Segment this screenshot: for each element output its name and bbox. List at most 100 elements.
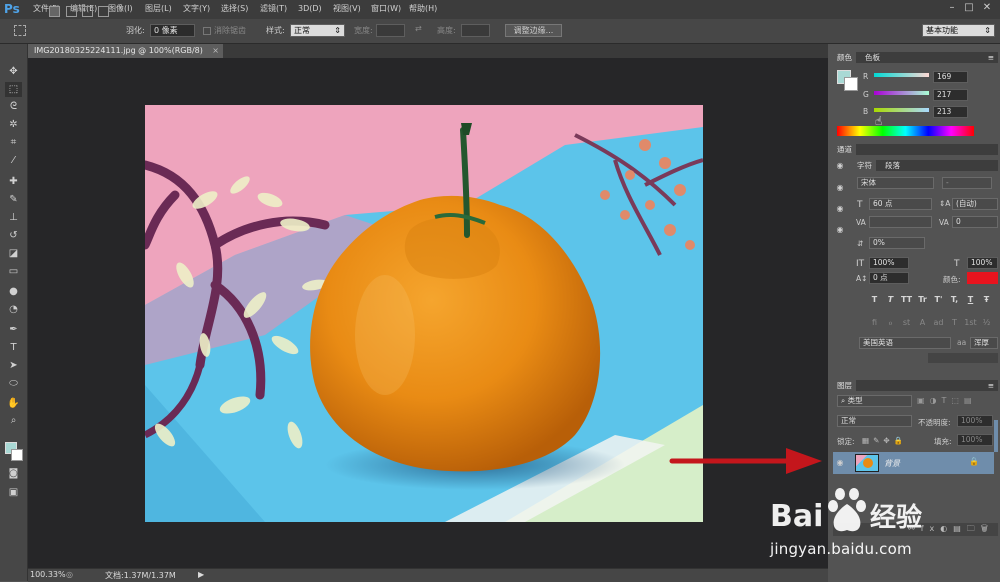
layer-filter-select[interactable]: ⌕ 类型 bbox=[837, 395, 912, 407]
add-selection-icon[interactable] bbox=[66, 6, 77, 17]
height-input[interactable] bbox=[461, 24, 490, 37]
underline-button[interactable]: T bbox=[964, 294, 977, 306]
lock-icons[interactable]: ▦✎✥🔒 bbox=[862, 436, 907, 445]
layers-scrollbar[interactable] bbox=[994, 420, 998, 452]
alt-ligature-button[interactable]: ℴ bbox=[884, 317, 897, 329]
healing-brush-icon[interactable]: ✚ bbox=[5, 174, 22, 189]
blur-tool-icon[interactable]: ● bbox=[5, 284, 22, 299]
eyedropper-icon[interactable]: ⁄ bbox=[5, 153, 22, 168]
faux-bold-button[interactable]: T bbox=[868, 294, 881, 306]
close-icon[interactable]: ✕ bbox=[980, 2, 994, 14]
marquee-tool-icon[interactable] bbox=[14, 25, 26, 36]
r-input[interactable]: 169 bbox=[933, 71, 968, 83]
gradient-tool-icon[interactable]: ▭ bbox=[5, 264, 22, 279]
language-select[interactable]: 美国英语 bbox=[859, 337, 951, 349]
style-select[interactable]: 正常 ⇕ bbox=[290, 24, 345, 37]
tracking-input[interactable]: 0 bbox=[952, 216, 998, 228]
crop-tool-icon[interactable]: ⌗ bbox=[5, 135, 22, 150]
antialias-select[interactable]: 浑厚 bbox=[970, 337, 998, 349]
shape-tool-icon[interactable]: ⬭ bbox=[5, 376, 22, 391]
tab-channels[interactable]: 通道 bbox=[833, 144, 856, 155]
pen-tool-icon[interactable]: ✒ bbox=[5, 322, 22, 337]
small-caps-button[interactable]: Tr bbox=[916, 294, 929, 306]
move-tool-icon[interactable]: ✥ bbox=[5, 64, 22, 79]
eraser-icon[interactable]: ◪ bbox=[5, 246, 22, 261]
vscale-input[interactable]: 100% bbox=[869, 257, 909, 269]
ligature-button[interactable]: fi bbox=[868, 317, 881, 329]
superscript-button[interactable]: T' bbox=[932, 294, 945, 306]
menu-filter[interactable]: 滤镜(T) bbox=[260, 2, 287, 16]
discretionary-button[interactable]: st bbox=[900, 317, 913, 329]
zoom-level[interactable]: 100.33% bbox=[30, 570, 66, 579]
tab-swatches[interactable]: 色板 bbox=[861, 52, 884, 63]
fraction-button[interactable]: ½ bbox=[980, 317, 993, 329]
hscale-input[interactable]: 100% bbox=[967, 257, 998, 269]
b-input[interactable]: 213 bbox=[933, 106, 968, 118]
panel-menu-icon[interactable]: ≡ bbox=[988, 380, 994, 391]
type-tool-icon[interactable]: T bbox=[5, 340, 22, 355]
menu-view[interactable]: 视图(V) bbox=[333, 2, 361, 16]
maximize-icon[interactable]: □ bbox=[962, 2, 976, 14]
feather-input[interactable]: 0 像素 bbox=[150, 24, 195, 37]
antialias-checkbox[interactable] bbox=[203, 27, 211, 35]
layer-filter-icons[interactable]: ▣◑T⬚▤ bbox=[917, 396, 995, 406]
strikethrough-button[interactable]: Ŧ bbox=[980, 294, 993, 306]
color-spectrum[interactable] bbox=[837, 126, 974, 136]
titling-button[interactable]: T bbox=[948, 317, 961, 329]
clone-stamp-icon[interactable]: ⊥ bbox=[5, 210, 22, 225]
menu-window[interactable]: 窗口(W) bbox=[371, 2, 401, 16]
font-size-input[interactable]: 60 点 bbox=[869, 198, 932, 210]
b-slider[interactable] bbox=[874, 108, 929, 112]
r-slider[interactable] bbox=[874, 73, 929, 77]
swap-icon[interactable]: ⇄ bbox=[415, 24, 422, 33]
layer-name[interactable]: 背景 bbox=[884, 458, 900, 469]
brush-tool-icon[interactable]: ✎ bbox=[5, 192, 22, 207]
menu-type[interactable]: 文字(Y) bbox=[183, 2, 210, 16]
history-brush-icon[interactable]: ↺ bbox=[5, 228, 22, 243]
document-image[interactable] bbox=[145, 105, 703, 522]
path-select-icon[interactable]: ➤ bbox=[5, 358, 22, 373]
menu-3d[interactable]: 3D(D) bbox=[298, 2, 322, 16]
workspace-select[interactable]: 基本功能 ⇕ bbox=[922, 24, 995, 37]
font-family-select[interactable]: 宋体 bbox=[857, 177, 934, 189]
eye-icon[interactable]: ◉ bbox=[834, 182, 846, 194]
status-arrow-icon[interactable]: ▶ bbox=[198, 570, 204, 579]
vscale-shift-input[interactable]: 0% bbox=[869, 237, 925, 249]
document-tab[interactable]: IMG20180325224111.jpg @ 100%(RGB/8) × bbox=[28, 44, 223, 58]
menu-help[interactable]: 帮助(H) bbox=[409, 2, 437, 16]
minimize-icon[interactable]: – bbox=[945, 2, 959, 14]
swash-button[interactable]: A bbox=[916, 317, 929, 329]
g-slider[interactable] bbox=[874, 91, 929, 95]
font-style-select[interactable]: - bbox=[942, 177, 992, 189]
panel-menu-icon[interactable]: ≡ bbox=[988, 52, 994, 63]
hand-tool-icon[interactable]: ✋ bbox=[5, 396, 22, 411]
tab-color[interactable]: 颜色 bbox=[833, 52, 856, 63]
eye-icon[interactable]: ◉ bbox=[834, 457, 846, 469]
fill-input[interactable]: 100% bbox=[957, 434, 993, 446]
baseline-input[interactable]: 0 点 bbox=[869, 272, 909, 284]
color-background-swatch[interactable] bbox=[844, 77, 858, 91]
menu-select[interactable]: 选择(S) bbox=[221, 2, 248, 16]
tab-layers[interactable]: 图层 bbox=[833, 380, 856, 391]
close-tab-icon[interactable]: × bbox=[212, 44, 219, 58]
blend-mode-select[interactable]: 正常 bbox=[837, 415, 912, 427]
menu-image[interactable]: 图像(I) bbox=[108, 2, 133, 16]
all-caps-button[interactable]: TT bbox=[900, 294, 913, 306]
subtract-selection-icon[interactable] bbox=[82, 6, 93, 17]
width-input[interactable] bbox=[376, 24, 405, 37]
tab-character[interactable]: 字符 bbox=[853, 160, 876, 171]
ordinal-button[interactable]: 1st bbox=[964, 317, 977, 329]
zoom-tool-icon[interactable]: ⌕ bbox=[5, 413, 22, 428]
opacity-input[interactable]: 100% bbox=[957, 415, 993, 427]
text-color-swatch[interactable] bbox=[967, 272, 998, 284]
lasso-tool-icon[interactable]: ᘓ bbox=[5, 99, 22, 114]
new-selection-icon[interactable] bbox=[49, 6, 60, 17]
leading-input[interactable]: (自动) bbox=[952, 198, 998, 210]
kerning-input[interactable] bbox=[869, 216, 932, 228]
eye-icon[interactable]: ◉ bbox=[834, 224, 846, 236]
magic-wand-icon[interactable]: ✲ bbox=[5, 117, 22, 132]
faux-italic-button[interactable]: T bbox=[884, 294, 897, 306]
g-input[interactable]: 217 bbox=[933, 89, 968, 101]
subscript-button[interactable]: T, bbox=[948, 294, 961, 306]
stylistic-alt-button[interactable]: ad bbox=[932, 317, 945, 329]
